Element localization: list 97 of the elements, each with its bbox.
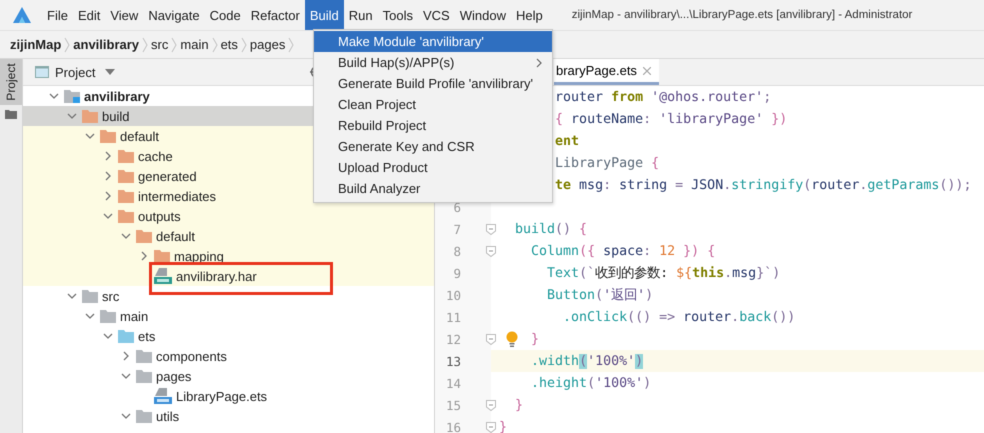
- code-line: { routeName: 'libraryPage' }): [555, 112, 788, 126]
- menu-item[interactable]: Generate Build Profile 'anvilibrary': [314, 73, 552, 94]
- tree-row[interactable]: LibraryPage.ets: [23, 386, 434, 406]
- menu-item[interactable]: View: [105, 0, 144, 30]
- code-line: LibraryPage {: [555, 156, 660, 170]
- menu-item[interactable]: Navigate: [143, 0, 205, 30]
- tree-label: default: [156, 228, 196, 244]
- line-number: 7: [452, 222, 461, 236]
- tree-label: main: [120, 308, 148, 324]
- close-icon[interactable]: [642, 66, 651, 74]
- menu-item[interactable]: Tools: [378, 0, 418, 30]
- tree-label: intermediates: [138, 188, 216, 204]
- code-line: Column({ space: 12 }) {: [531, 244, 716, 258]
- menu-item[interactable]: Run: [344, 0, 378, 30]
- breadcrumb[interactable]: pages: [250, 37, 286, 52]
- code-line: .height('100%'): [531, 376, 652, 390]
- menu-item[interactable]: Make Module 'anvilibrary': [314, 31, 552, 52]
- code-line: Button('返回'): [547, 288, 654, 303]
- tree-row[interactable]: ets: [23, 326, 434, 346]
- tree-label: components: [156, 348, 227, 364]
- tree-label: outputs: [138, 208, 181, 224]
- code-line: .width('100%'): [531, 354, 644, 368]
- menu-item[interactable]: Code: [204, 0, 246, 30]
- breadcrumb[interactable]: anvilibrary: [73, 37, 140, 52]
- breadcrumb[interactable]: zijinMap: [10, 37, 62, 52]
- tree-label: utils: [156, 408, 180, 424]
- code-line: }: [515, 398, 524, 412]
- module-icon: [64, 89, 80, 103]
- lightbulb-icon[interactable]: [506, 331, 518, 347]
- tree-label: anvilibrary: [84, 88, 150, 104]
- folder-icon[interactable]: [5, 109, 17, 119]
- line-number: 13: [444, 354, 461, 368]
- code-line: ent: [555, 134, 580, 148]
- line-number: 15: [444, 398, 461, 412]
- chevron-icon: [142, 36, 148, 52]
- tree-label: anvilibrary.har: [176, 268, 257, 284]
- fold-icon[interactable]: [486, 224, 496, 235]
- tree-row[interactable]: default: [23, 226, 434, 246]
- line-number: 9: [452, 266, 461, 280]
- app-logo-icon: [12, 6, 32, 24]
- window-title: zijinMap - anvilibrary\...\LibraryPage.ets [anvilibrary] - Administrator: [572, 9, 912, 21]
- breadcrumb[interactable]: main: [180, 37, 209, 52]
- code-line: te msg: string = JSON.stringify(router.getParams());: [555, 178, 972, 192]
- code-line: router from '@ohos.router';: [555, 90, 772, 104]
- fold-icon[interactable]: [486, 400, 496, 411]
- tree-row[interactable]: outputs: [23, 206, 434, 226]
- chevron-icon: [288, 36, 294, 52]
- code-line: build() {: [515, 222, 588, 236]
- chevron-icon: [212, 36, 218, 52]
- window-icon: [35, 66, 49, 78]
- tree-label: pages: [156, 368, 192, 384]
- line-number: 10: [444, 288, 461, 302]
- code-line: Text(`收到的参数: ${this.msg}`): [547, 266, 780, 281]
- menu-item[interactable]: VCS: [418, 0, 455, 30]
- tree-label: src: [102, 288, 120, 304]
- panel-title[interactable]: Project: [55, 64, 96, 80]
- menu-item[interactable]: Window: [454, 0, 511, 30]
- menu-item[interactable]: Refactor: [246, 0, 305, 30]
- menu-item[interactable]: Build Hap(s)/APP(s): [314, 52, 552, 73]
- line-number: 12: [444, 332, 461, 346]
- tree-row[interactable]: anvilibrary.har: [23, 266, 434, 286]
- editor-tab[interactable]: braryPage.ets: [554, 59, 659, 85]
- tree-label: cache: [138, 148, 173, 164]
- fold-icon[interactable]: [486, 246, 496, 257]
- tree-row[interactable]: src: [23, 286, 434, 306]
- tree-label: ets: [138, 328, 156, 344]
- tree-label: build: [102, 108, 130, 124]
- tree-row[interactable]: main: [23, 306, 434, 326]
- menu-item[interactable]: Edit: [72, 0, 106, 30]
- dropdown-caret-icon[interactable]: [105, 69, 116, 75]
- tree-row[interactable]: utils: [23, 406, 434, 426]
- code-line: .onClick(() => router.back()): [563, 310, 796, 324]
- breadcrumb[interactable]: ets: [220, 37, 238, 52]
- line-number: 16: [444, 420, 461, 433]
- line-number: 14: [444, 376, 461, 390]
- tree-label: LibraryPage.ets: [176, 388, 268, 404]
- line-number: 11: [444, 310, 461, 324]
- breadcrumb[interactable]: src: [151, 37, 168, 52]
- code-line: }: [531, 332, 540, 346]
- har-file-icon: [154, 268, 172, 284]
- menu-item[interactable]: Help: [510, 0, 548, 30]
- tree-label: default: [120, 128, 160, 144]
- tree-row[interactable]: components: [23, 346, 434, 366]
- side-tab[interactable]: Project: [0, 59, 22, 105]
- line-number: 8: [452, 244, 461, 258]
- line-number: 6: [452, 200, 461, 214]
- fold-icon[interactable]: [486, 334, 496, 345]
- tree-label: generated: [138, 168, 197, 184]
- chevron-icon: [171, 36, 178, 52]
- menu-item[interactable]: File: [42, 0, 73, 30]
- ets-file-icon: [154, 388, 172, 404]
- code-line: }: [499, 420, 508, 433]
- chevron-icon: [240, 36, 247, 52]
- fold-icon[interactable]: [486, 422, 496, 433]
- chevron-icon: [64, 36, 70, 52]
- tree-row[interactable]: pages: [23, 366, 434, 386]
- menu-item[interactable]: Build: [304, 0, 344, 30]
